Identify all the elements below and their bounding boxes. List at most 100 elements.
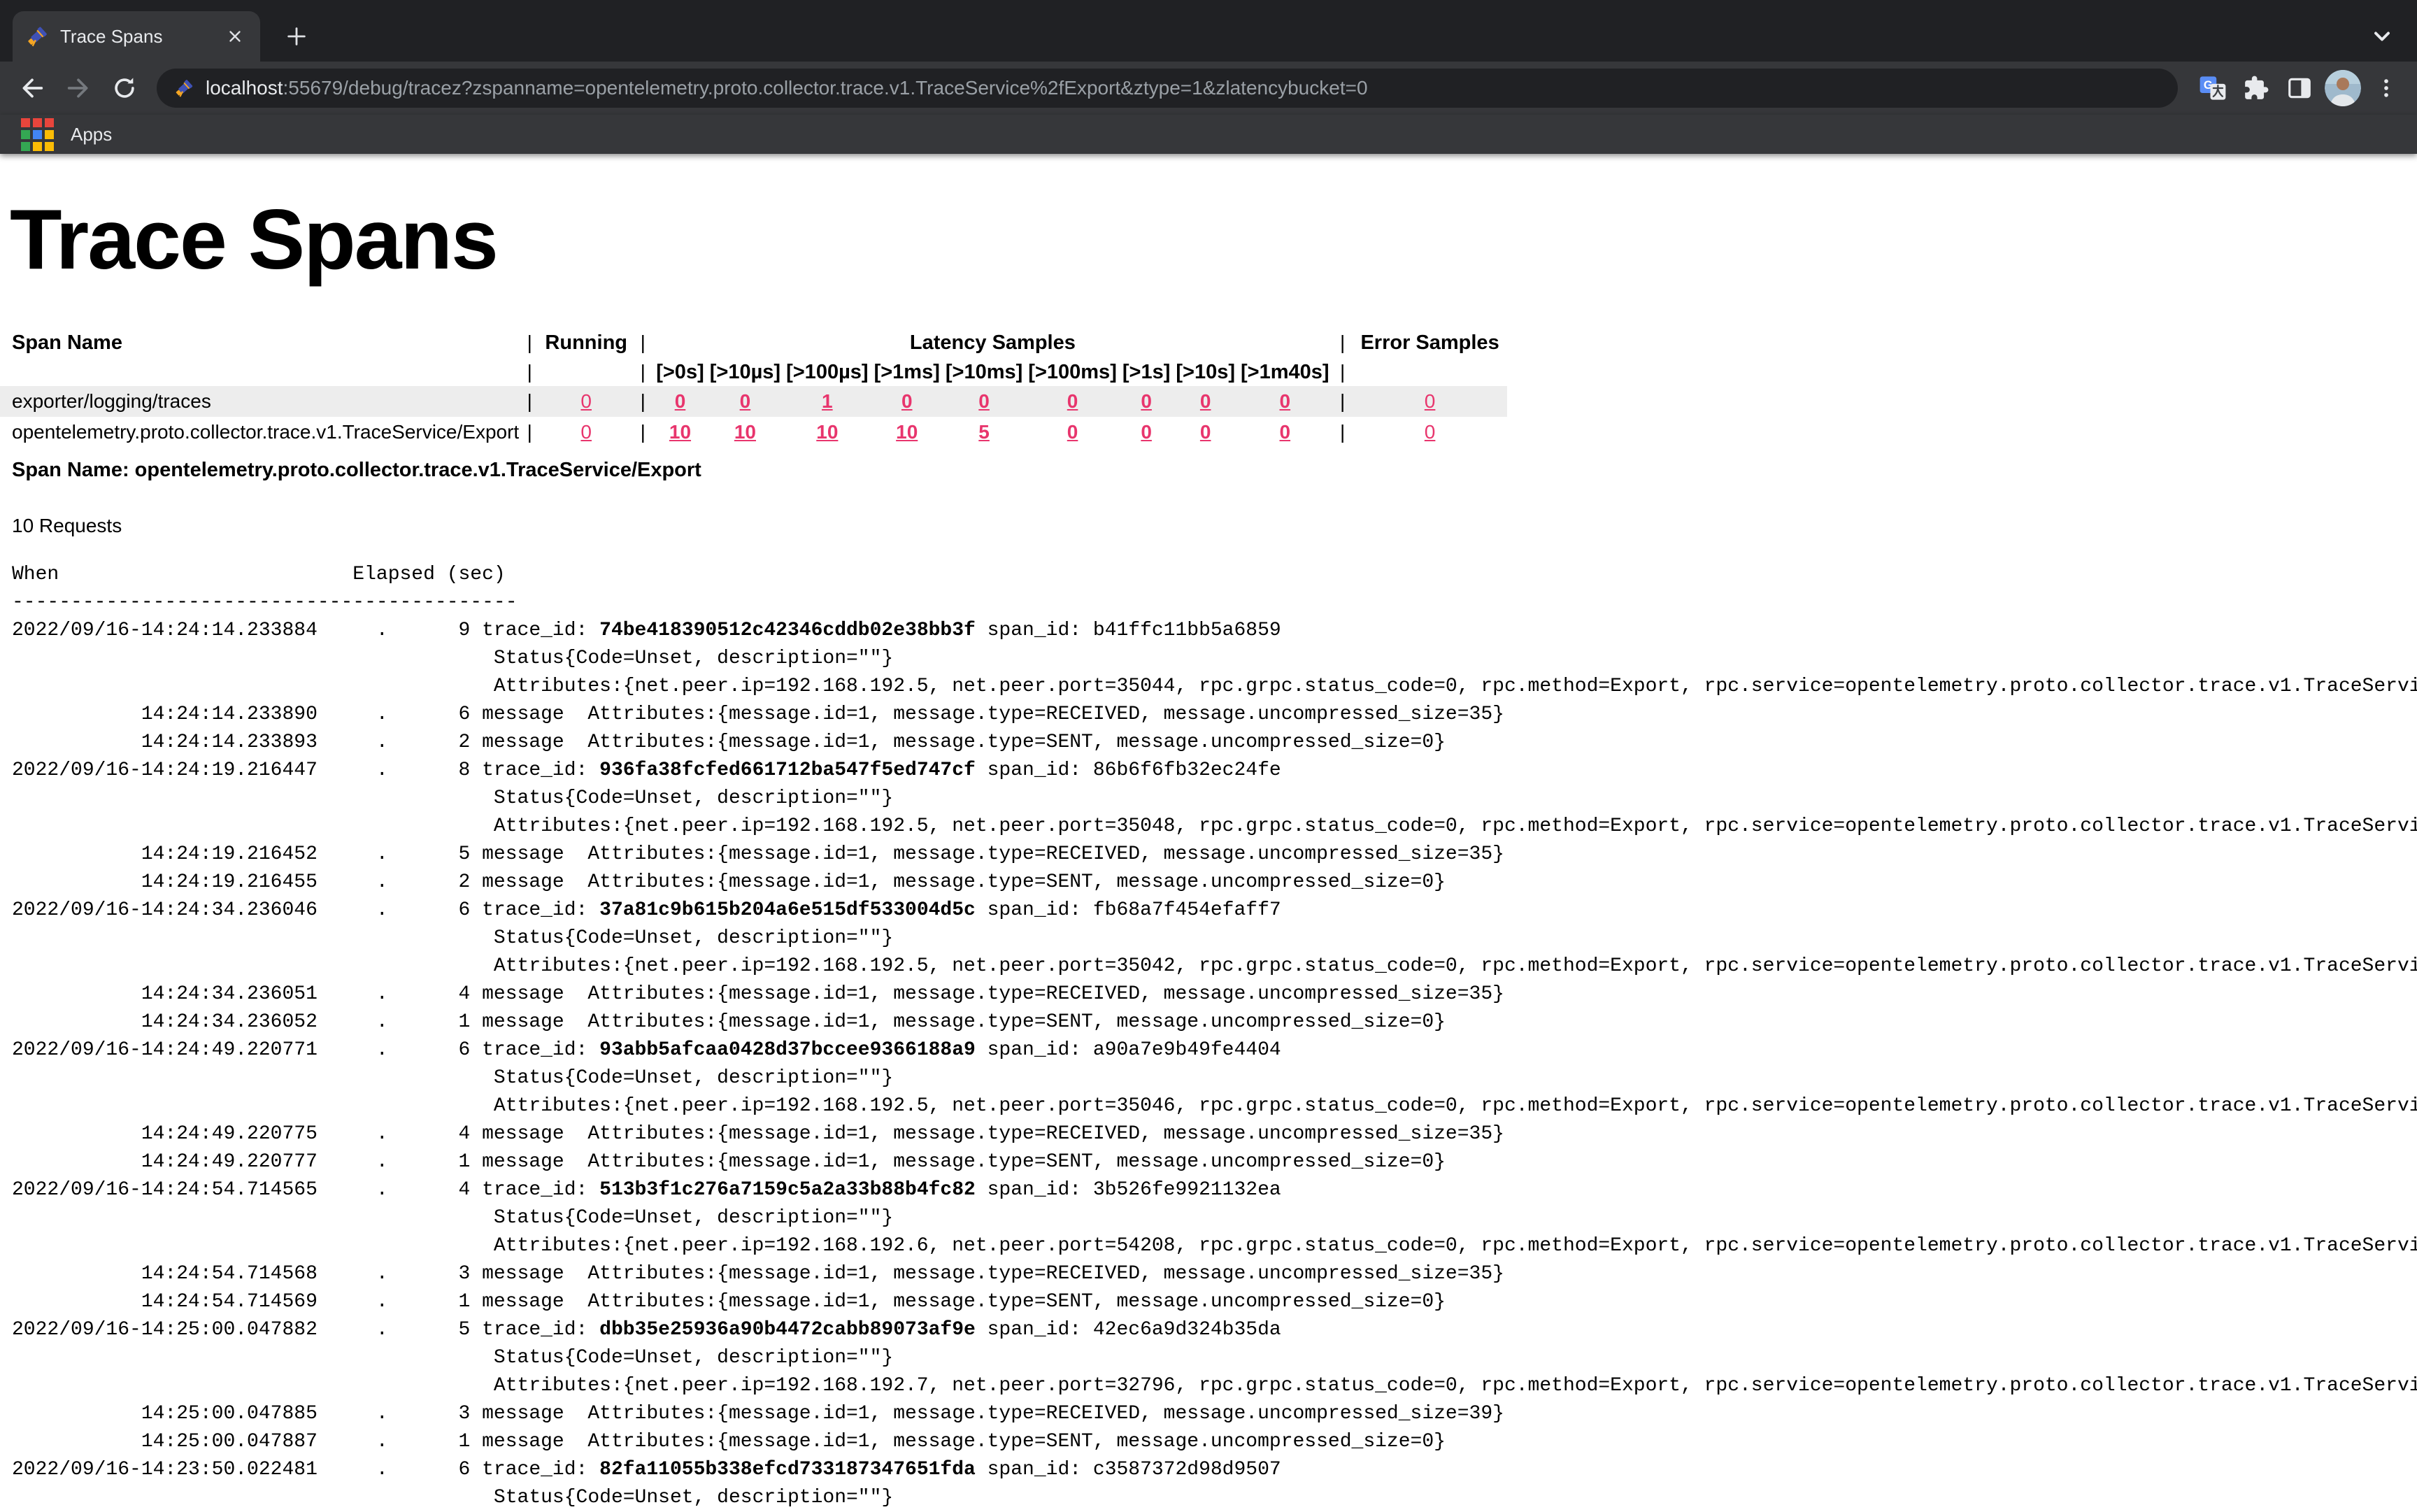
error-count-link[interactable]: 0 (1425, 390, 1436, 412)
event-row: 14:24:14.233890 . 6 message Attributes:{… (12, 701, 2417, 729)
sample-count-link[interactable]: 0 (1141, 390, 1152, 412)
running-count-cell: 0 (540, 386, 632, 417)
sample-count-link[interactable]: 0 (675, 390, 686, 412)
event-row: 14:24:14.233893 . 2 message Attributes:{… (12, 729, 2417, 757)
latency-bucket-label: [>1m40s] (1238, 358, 1332, 386)
event-row: 14:24:19.216455 . 2 message Attributes:{… (12, 869, 2417, 897)
forward-icon[interactable] (59, 69, 98, 108)
sample-count-link[interactable]: 0 (740, 390, 751, 412)
empty-cell (540, 358, 632, 386)
status-row: Status{Code=Unset, description=""} (12, 645, 2417, 673)
tab-search-chevron-icon[interactable] (2365, 20, 2399, 53)
back-icon[interactable] (13, 69, 52, 108)
running-count-link[interactable]: 0 (580, 390, 592, 412)
latency-bucket-label: [>0s] (653, 358, 707, 386)
tab-title: Trace Spans (60, 26, 222, 48)
event-row: 14:24:54.714568 . 3 message Attributes:{… (12, 1260, 2417, 1288)
latency-bucket-label: [>1ms] (871, 358, 943, 386)
status-row: Status{Code=Unset, description=""} (12, 1064, 2417, 1092)
sample-count-link[interactable]: 0 (1280, 421, 1291, 443)
sample-count-link[interactable]: 0 (1200, 390, 1211, 412)
sample-count-link[interactable]: 0 (1067, 421, 1078, 443)
sample-count-link[interactable]: 10 (896, 421, 918, 443)
request-row: 2022/09/16-14:24:19.216447 . 8 trace_id:… (12, 757, 2417, 785)
translate-icon[interactable]: G (2195, 70, 2231, 106)
latency-sample-cell: 0 (871, 386, 943, 417)
sample-count-link[interactable]: 1 (822, 390, 833, 412)
status-row: Status{Code=Unset, description=""} (12, 1204, 2417, 1232)
trace-id: 513b3f1c276a7159c5a2a33b88b4fc82 (599, 1179, 976, 1201)
column-separator: | (519, 358, 540, 386)
latency-bucket-label: [>100ms] (1025, 358, 1120, 386)
trace-id: 93abb5afcaa0428d37bccee9366188a9 (599, 1039, 976, 1061)
side-panel-icon[interactable] (2281, 70, 2318, 106)
attributes-row: Attributes:{net.peer.ip=192.168.192.5, n… (12, 1092, 2417, 1120)
latency-bucket-label: [>10µs] (707, 358, 783, 386)
column-separator: | (519, 386, 540, 417)
error-sample-cell: 0 (1353, 386, 1507, 417)
sample-count-link[interactable]: 10 (734, 421, 756, 443)
apps-bookmark[interactable]: Apps (71, 124, 112, 145)
sample-count-link[interactable]: 0 (978, 390, 990, 412)
request-row: 2022/09/16-14:24:14.233884 . 9 trace_id:… (12, 617, 2417, 645)
attributes-row: Attributes:{net.peer.ip=192.168.192.5, n… (12, 953, 2417, 980)
latency-bucket-label: [>100µs] (783, 358, 871, 386)
page-title: Trace Spans (10, 190, 2417, 288)
sample-count-link[interactable]: 10 (816, 421, 838, 443)
span-name-cell: exporter/logging/traces (0, 386, 519, 417)
event-row: 14:24:34.236052 . 1 message Attributes:{… (12, 1008, 2417, 1036)
browser-tab[interactable]: Trace Spans (13, 11, 260, 62)
reload-icon[interactable] (105, 69, 144, 108)
event-row: 14:24:49.220775 . 4 message Attributes:{… (12, 1120, 2417, 1148)
column-separator: | (1332, 386, 1353, 417)
latency-bucket-label: [>10s] (1173, 358, 1238, 386)
sample-count-link[interactable]: 0 (1067, 390, 1078, 412)
apps-grid-icon[interactable] (21, 118, 54, 151)
url-text: localhost:55679/debug/tracez?zspanname=o… (206, 77, 1368, 99)
column-separator: | (632, 358, 653, 386)
profile-avatar[interactable] (2325, 70, 2361, 106)
latency-sample-cell: 0 (1025, 386, 1120, 417)
sample-count-link[interactable]: 0 (901, 390, 913, 412)
latency-sample-cell: 0 (1120, 417, 1174, 448)
sample-count-link[interactable]: 0 (1280, 390, 1291, 412)
request-row: 2022/09/16-14:24:54.714565 . 4 trace_id:… (12, 1176, 2417, 1204)
sample-count-link[interactable]: 5 (978, 421, 990, 443)
bucket-header-row: ||[>0s][>10µs][>100µs][>1ms][>10ms][>100… (0, 358, 1507, 386)
sample-count-link[interactable]: 0 (1141, 421, 1152, 443)
sample-count-link[interactable]: 0 (1200, 421, 1211, 443)
sample-count-link[interactable]: 10 (669, 421, 691, 443)
latency-sample-cell: 10 (871, 417, 943, 448)
latency-bucket-label: [>1s] (1120, 358, 1174, 386)
status-row: Status{Code=Unset, description=""} (12, 785, 2417, 813)
running-count-link[interactable]: 0 (580, 421, 592, 443)
latency-sample-cell: 0 (1173, 417, 1238, 448)
latency-sample-cell: 0 (653, 386, 707, 417)
latency-sample-cell: 0 (1173, 386, 1238, 417)
empty-cell (1353, 358, 1507, 386)
request-row: 2022/09/16-14:23:50.022481 . 6 trace_id:… (12, 1456, 2417, 1484)
new-tab-button[interactable] (278, 18, 315, 55)
error-count-link[interactable]: 0 (1425, 421, 1436, 443)
column-separator: | (632, 417, 653, 448)
log-column-header: When Elapsed (sec) (12, 561, 2417, 589)
latency-sample-cell: 0 (707, 386, 783, 417)
request-row: 2022/09/16-14:25:00.047882 . 5 trace_id:… (12, 1316, 2417, 1344)
latency-bucket-label: [>10ms] (943, 358, 1025, 386)
extensions-puzzle-icon[interactable] (2238, 70, 2274, 106)
menu-dots-icon[interactable] (2368, 70, 2404, 106)
col-error-samples: Error Samples (1353, 327, 1507, 358)
event-row: 14:24:49.220777 . 1 message Attributes:{… (12, 1148, 2417, 1176)
telescope-favicon (25, 24, 49, 48)
span-name-cell: opentelemetry.proto.collector.trace.v1.T… (0, 417, 519, 448)
latency-sample-cell: 1 (783, 386, 871, 417)
table-header-row: Span Name | Running | Latency Samples | … (0, 327, 1507, 358)
url-bar[interactable]: localhost:55679/debug/tracez?zspanname=o… (157, 69, 2178, 108)
latency-sample-cell: 10 (653, 417, 707, 448)
error-sample-cell: 0 (1353, 417, 1507, 448)
site-telescope-icon (173, 78, 194, 99)
latency-sample-cell: 0 (943, 386, 1025, 417)
event-row: 14:24:19.216452 . 5 message Attributes:{… (12, 841, 2417, 869)
latency-sample-cell: 0 (1120, 386, 1174, 417)
tab-close-icon[interactable] (222, 24, 248, 49)
